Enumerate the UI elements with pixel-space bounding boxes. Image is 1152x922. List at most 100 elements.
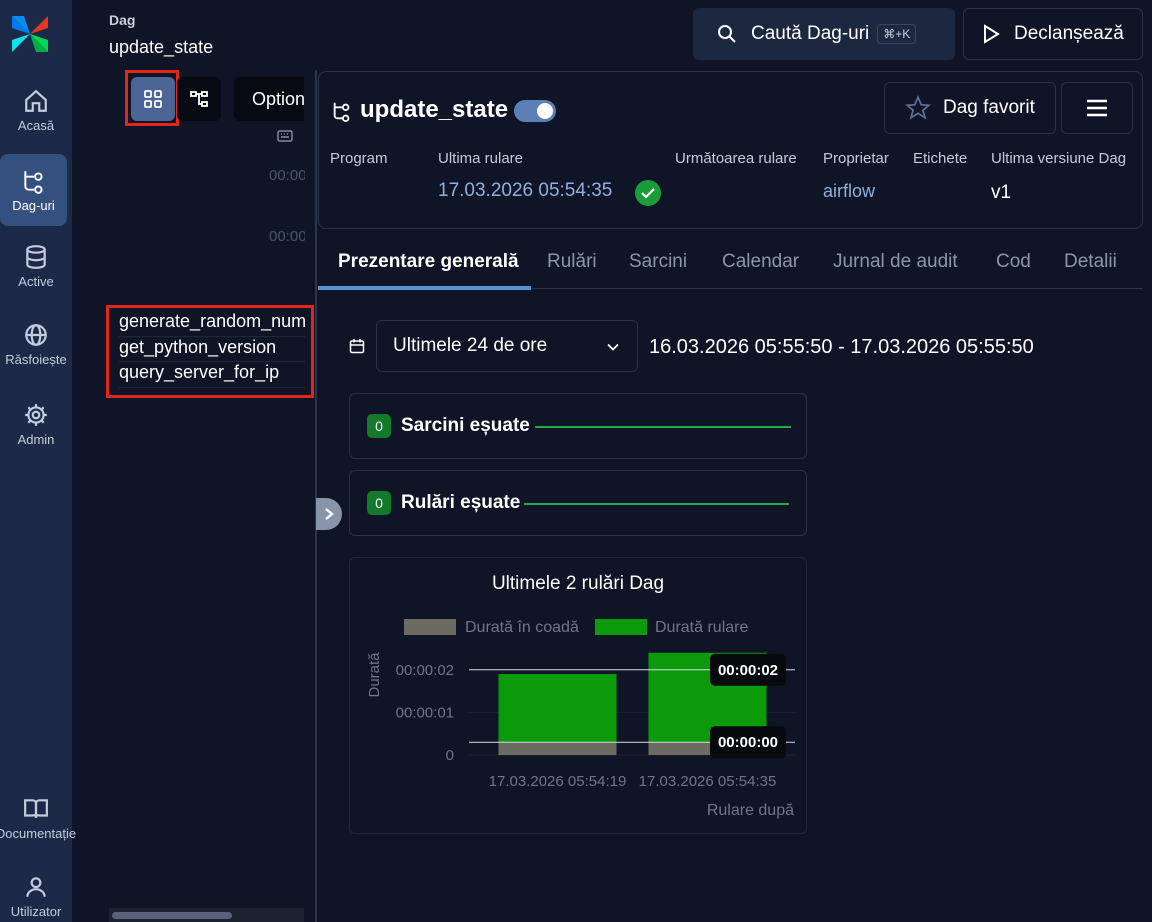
sparkline [524, 503, 789, 505]
nav-item-label: Răsfoiește [5, 351, 67, 367]
y-tick-label: 00:00:01 [396, 704, 454, 721]
reference-label: 00:00:00 [718, 734, 778, 751]
legend-swatch-run[interactable] [595, 619, 647, 635]
graph-view-button[interactable] [177, 77, 221, 121]
meta-label-latest-version: Ultima versiune Dag [991, 150, 1127, 167]
dag-icon [333, 102, 350, 122]
nav-rail: Acasă Dag-uri Active Răsfoiește Admin Do… [0, 0, 76, 922]
collapse-panel-button[interactable] [316, 498, 342, 530]
legend-swatch-queue[interactable] [404, 619, 456, 635]
favorite-button[interactable]: Dag favorit [884, 82, 1056, 134]
nav-item-dags[interactable]: Dag-uri [0, 154, 67, 226]
dag-pause-toggle[interactable] [514, 100, 556, 122]
airflow-logo-icon[interactable] [8, 12, 52, 56]
graph-icon [190, 91, 208, 107]
active-tab-indicator [318, 286, 531, 290]
chevron-right-icon [325, 508, 334, 520]
globe-icon [25, 323, 47, 346]
tab-tasks[interactable]: Sarcini [629, 251, 687, 273]
grid-view-highlight [125, 70, 179, 126]
trigger-button[interactable]: Declanșează [963, 8, 1143, 60]
nav-item-home[interactable]: Acasă [0, 74, 72, 146]
legend-label-queue[interactable]: Durată în coadă [465, 619, 579, 636]
meta-label-last-run: Ultima rulare [438, 150, 524, 167]
chart-ylabel: Durată [366, 652, 383, 698]
user-icon [26, 876, 46, 897]
tab-calendar[interactable]: Calendar [722, 251, 799, 273]
scrollbar-thumb[interactable] [112, 912, 232, 919]
failed-runs-card[interactable]: 0 Rulări eșuate [349, 470, 807, 536]
tab-code[interactable]: Cod [996, 251, 1031, 273]
search-icon [718, 25, 736, 43]
nav-item-admin[interactable]: Admin [0, 388, 72, 460]
stat-label: Sarcini eșuate [401, 415, 530, 436]
tab-runs[interactable]: Rulări [547, 251, 597, 273]
success-status-icon [635, 180, 661, 206]
search-dags-button[interactable]: Caută Dag-uri ⌘+K [693, 8, 955, 60]
chart-xlabel: Rulare după [707, 802, 794, 819]
tab-details[interactable]: Detalii [1064, 251, 1117, 273]
trigger-label: Declanșează [1014, 23, 1124, 44]
hamburger-icon [1087, 99, 1107, 117]
favorite-label: Dag favorit [943, 97, 1035, 118]
count-badge: 0 [367, 491, 391, 515]
last-run-link[interactable]: 17.03.2026 05:54:35 [438, 180, 612, 202]
count-badge: 0 [367, 414, 391, 438]
chevron-down-icon [607, 343, 619, 351]
bar-queue [498, 742, 617, 755]
search-label: Caută Dag-uri [751, 23, 870, 44]
x-tick-label: 17.03.2026 05:54:35 [639, 773, 777, 790]
nav-item-label: Utilizator [10, 903, 62, 919]
stat-label: Rulări eșuate [401, 492, 521, 513]
meta-label-tags: Etichete [913, 150, 968, 167]
time-mark: 00:00:02 [269, 167, 305, 184]
nav-item-label: Active [18, 273, 54, 289]
book-icon [24, 798, 48, 818]
y-tick-label: 00:00:02 [396, 662, 454, 679]
nav-item-label: Documentație [0, 825, 77, 841]
time-range-value: Ultimele 24 de ore [393, 335, 548, 356]
keyboard-icon[interactable] [277, 129, 293, 143]
dag-icon [23, 170, 43, 194]
nav-item-docs[interactable]: Documentație [0, 782, 76, 854]
page-title: update_state [360, 96, 509, 123]
database-icon [26, 244, 46, 269]
time-range-text: 16.03.2026 05:55:50 - 17.03.2026 05:55:5… [649, 336, 1034, 358]
options-button[interactable]: Options [234, 77, 304, 121]
tab-overview[interactable]: Prezentare generală [338, 251, 519, 273]
recent-runs-chart: Ultimele 2 rulări Dag Durată în coadă Du… [366, 573, 795, 819]
task-item[interactable]: query_server_for_ip [119, 362, 305, 388]
play-icon [984, 24, 1000, 44]
failed-tasks-card[interactable]: 0 Sarcini eșuate [349, 393, 807, 459]
meta-label-schedule: Program [330, 150, 388, 167]
check-icon [641, 188, 655, 199]
menu-button[interactable] [1061, 82, 1133, 134]
owner-link[interactable]: airflow [823, 181, 875, 202]
sparkline [535, 426, 791, 428]
gear-icon [25, 403, 47, 426]
tab-audit-log[interactable]: Jurnal de audit [833, 251, 958, 273]
reference-label: 00:00:02 [718, 662, 778, 679]
chart-title: Ultimele 2 rulări Dag [492, 573, 664, 594]
time-mark: 00:00:01 [269, 228, 305, 245]
nav-item-label: Dag-uri [12, 197, 55, 213]
panel-splitter[interactable] [315, 70, 317, 922]
nav-item-assets[interactable]: Active [0, 230, 72, 302]
time-range-select[interactable]: Ultimele 24 de ore [376, 320, 638, 372]
task-item[interactable]: get_python_version [119, 337, 305, 362]
meta-label-next-run: Următoarea rulare [675, 150, 797, 167]
task-item[interactable]: generate_random_number [119, 311, 305, 337]
legend-label-run[interactable]: Durată rulare [655, 619, 748, 636]
nav-item-label: Admin [17, 431, 55, 447]
nav-item-browse[interactable]: Răsfoiește [0, 308, 72, 380]
dag-label: Dag [109, 12, 136, 28]
y-tick-label: 0 [446, 747, 454, 764]
home-icon [25, 89, 47, 112]
dag-name: update_state [109, 37, 214, 57]
nav-item-user[interactable]: Utilizator [0, 860, 72, 922]
search-shortcut: ⌘+K [877, 24, 917, 44]
nav-item-label: Acasă [17, 117, 55, 133]
calendar-icon [349, 339, 365, 354]
star-icon [905, 95, 931, 120]
latest-version-value: v1 [991, 182, 1012, 203]
